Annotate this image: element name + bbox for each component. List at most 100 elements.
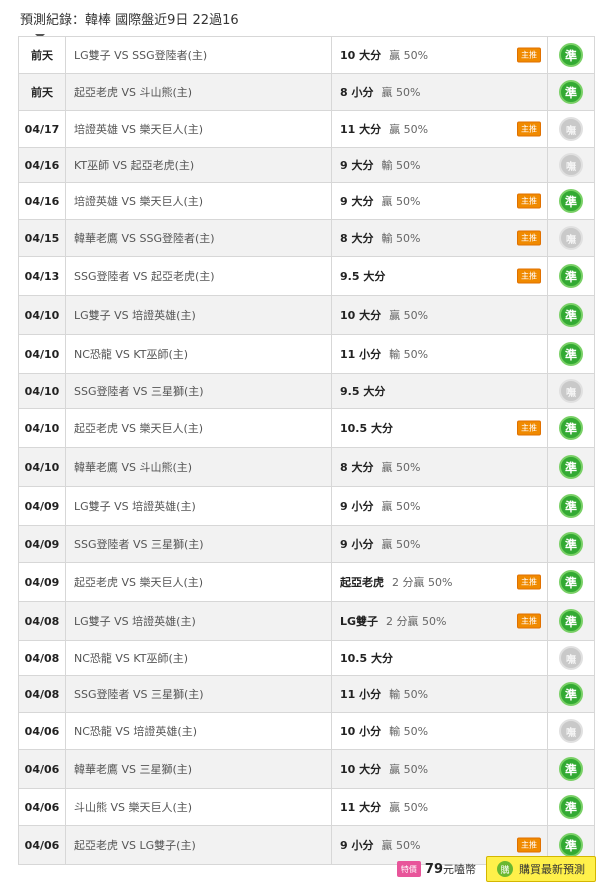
row-match: 起亞老虎 VS 斗山熊(主) xyxy=(66,74,332,110)
row-pick: 11 小分輸 50% xyxy=(332,335,548,373)
pick-result: 輸 50% xyxy=(381,159,421,172)
row-status: 嘸 xyxy=(548,641,595,675)
row-status: 準 xyxy=(548,676,595,712)
row-date: 04/06 xyxy=(19,713,66,749)
correct-status-icon: 準 xyxy=(559,455,583,479)
row-status: 準 xyxy=(548,487,595,525)
row-status: 準 xyxy=(548,296,595,334)
row-status: 嘸 xyxy=(548,111,595,147)
pick-result: 贏 50% xyxy=(381,839,421,852)
correct-status-icon: 準 xyxy=(559,303,583,327)
row-match: 起亞老虎 VS 樂天巨人(主) xyxy=(66,563,332,601)
correct-status-icon: 準 xyxy=(559,570,583,594)
pick-result: 贏 50% xyxy=(389,801,429,814)
pending-status-icon: 嘸 xyxy=(559,153,583,177)
correct-status-icon: 準 xyxy=(559,757,583,781)
row-match: SSG登陸者 VS 三星獅(主) xyxy=(66,676,332,712)
row-date: 04/08 xyxy=(19,641,66,675)
row-status: 準 xyxy=(548,526,595,562)
table-row: 04/08 NC恐龍 VS KT巫師(主) 10.5 大分 嘸 xyxy=(19,641,595,676)
table-row: 04/10 LG雙子 VS 培證英雄(主) 10 大分贏 50% 準 xyxy=(19,296,595,335)
row-match: LG雙子 VS 培證英雄(主) xyxy=(66,296,332,334)
pick-value: 11 小分 xyxy=(340,348,382,361)
buy-prediction-button[interactable]: 購 購買最新預測 xyxy=(486,856,596,882)
row-pick: 10 大分贏 50% xyxy=(332,750,548,788)
row-match: 韓華老鷹 VS 斗山熊(主) xyxy=(66,448,332,486)
table-row: 04/16 KT巫師 VS 起亞老虎(主) 9 大分輸 50% 嘸 xyxy=(19,148,595,183)
pick-result: 2 分贏 50% xyxy=(386,615,447,628)
correct-status-icon: 準 xyxy=(559,833,583,857)
price-value: 79 xyxy=(424,861,443,877)
row-status: 嘸 xyxy=(548,148,595,182)
pick-value: 9 小分 xyxy=(340,839,374,852)
pick-value: 9 小分 xyxy=(340,500,374,513)
row-status: 準 xyxy=(548,789,595,825)
pick-result: 贏 50% xyxy=(389,123,429,136)
main-pick-badge: 主推 xyxy=(517,268,541,284)
main-pick-badge: 主推 xyxy=(517,574,541,590)
row-pick: 9 小分贏 50% xyxy=(332,526,548,562)
row-pick: 11 小分輸 50% xyxy=(332,676,548,712)
pick-result: 贏 50% xyxy=(389,49,429,62)
row-match: 韓華老鷹 VS 三星獅(主) xyxy=(66,750,332,788)
page-title: 預測紀錄：韓棒 國際盤近9日 22過16 xyxy=(20,13,239,28)
table-row: 04/10 起亞老虎 VS 樂天巨人(主) 10.5 大分 主推 準 xyxy=(19,409,595,448)
pick-value: 10.5 大分 xyxy=(340,652,393,665)
pick-value: 9.5 大分 xyxy=(340,385,386,398)
pick-result: 輸 50% xyxy=(389,725,429,738)
pending-status-icon: 嘸 xyxy=(559,646,583,670)
pick-value: 10 小分 xyxy=(340,725,382,738)
pick-value: 10 大分 xyxy=(340,763,382,776)
pending-status-icon: 嘸 xyxy=(559,379,583,403)
row-match: 培證英雄 VS 樂天巨人(主) xyxy=(66,111,332,147)
row-pick: 11 大分贏 50% 主推 xyxy=(332,111,548,147)
row-status: 準 xyxy=(548,37,595,73)
pick-value: 起亞老虎 xyxy=(340,576,384,589)
row-status: 嘸 xyxy=(548,220,595,256)
main-pick-badge: 主推 xyxy=(517,613,541,629)
row-date: 04/15 xyxy=(19,220,66,256)
pick-value: 11 大分 xyxy=(340,123,382,136)
main-pick-badge: 主推 xyxy=(517,420,541,436)
row-match: 起亞老虎 VS LG雙子(主) xyxy=(66,826,332,864)
price-unit: 元嗑幣 xyxy=(443,863,476,876)
table-row: 04/08 LG雙子 VS 培證英雄(主) LG雙子 2 分贏 50% 主推 準 xyxy=(19,602,595,641)
table-row: 04/17 培證英雄 VS 樂天巨人(主) 11 大分贏 50% 主推 嘸 xyxy=(19,111,595,148)
row-date: 04/13 xyxy=(19,257,66,295)
row-match: SSG登陸者 VS 起亞老虎(主) xyxy=(66,257,332,295)
row-match: NC恐龍 VS KT巫師(主) xyxy=(66,335,332,373)
row-match: 韓華老鷹 VS SSG登陸者(主) xyxy=(66,220,332,256)
row-date: 04/09 xyxy=(19,563,66,601)
correct-status-icon: 準 xyxy=(559,80,583,104)
row-pick: 10.5 大分 xyxy=(332,641,548,675)
pending-status-icon: 嘸 xyxy=(559,117,583,141)
row-status: 準 xyxy=(548,750,595,788)
row-date: 04/08 xyxy=(19,602,66,640)
pick-result: 贏 50% xyxy=(381,461,421,474)
row-pick: 起亞老虎 2 分贏 50% 主推 xyxy=(332,563,548,601)
pick-value: 9 小分 xyxy=(340,538,374,551)
row-match: LG雙子 VS SSG登陸者(主) xyxy=(66,37,332,73)
row-match: NC恐龍 VS KT巫師(主) xyxy=(66,641,332,675)
row-status: 準 xyxy=(548,409,595,447)
pending-status-icon: 嘸 xyxy=(559,719,583,743)
buy-icon: 購 xyxy=(497,861,513,877)
row-date: 04/17 xyxy=(19,111,66,147)
row-match: 培證英雄 VS 樂天巨人(主) xyxy=(66,183,332,219)
pending-status-icon: 嘸 xyxy=(559,226,583,250)
pick-result: 贏 50% xyxy=(381,538,421,551)
row-status: 準 xyxy=(548,448,595,486)
table-row: 04/15 韓華老鷹 VS SSG登陸者(主) 8 大分輸 50% 主推 嘸 xyxy=(19,220,595,257)
row-date: 04/10 xyxy=(19,409,66,447)
row-pick: 9.5 大分 xyxy=(332,374,548,408)
table-row: 04/06 NC恐龍 VS 培證英雄(主) 10 小分輸 50% 嘸 xyxy=(19,713,595,750)
purchase-bar: 特價 79 元嗑幣 購 購買最新預測 xyxy=(396,856,596,882)
row-status: 準 xyxy=(548,602,595,640)
pick-result: 贏 50% xyxy=(381,86,421,99)
pick-value: LG雙子 xyxy=(340,615,379,628)
row-pick: 10 大分贏 50% 主推 xyxy=(332,37,548,73)
main-pick-badge: 主推 xyxy=(517,193,541,209)
pick-result: 贏 50% xyxy=(389,763,429,776)
row-date: 04/06 xyxy=(19,750,66,788)
main-pick-badge: 主推 xyxy=(517,121,541,137)
